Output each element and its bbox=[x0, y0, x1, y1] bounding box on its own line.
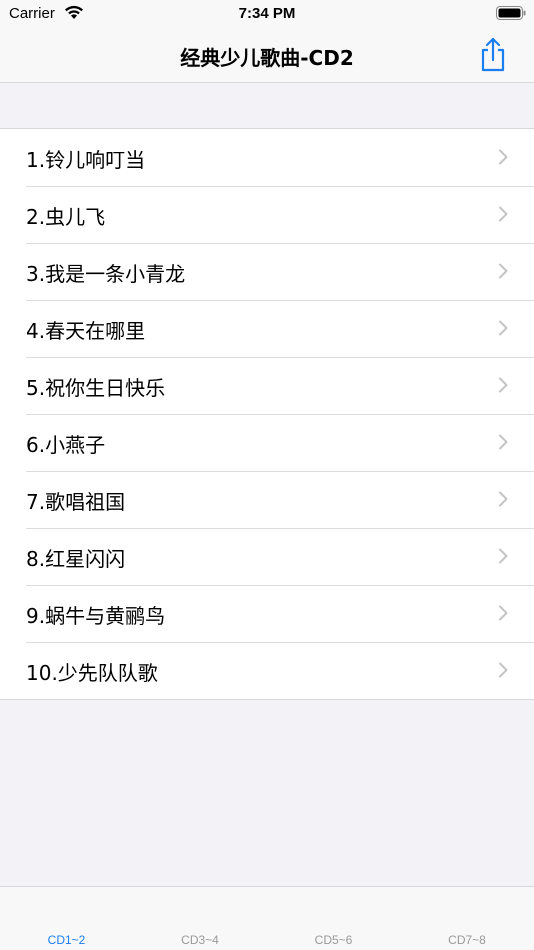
song-row[interactable]: 9.蜗牛与黄鹂鸟 bbox=[0, 585, 534, 642]
song-row[interactable]: 4.春天在哪里 bbox=[0, 300, 534, 357]
tab-bar: CD1~2 CD3~4 CD5~6 CD7~8 bbox=[0, 886, 534, 950]
song-title: 4.春天在哪里 bbox=[26, 319, 146, 343]
song-row[interactable]: 1.铃儿响叮当 bbox=[0, 129, 534, 186]
song-row[interactable]: 10.少先队队歌 bbox=[0, 642, 534, 699]
song-title: 9.蜗牛与黄鹂鸟 bbox=[26, 604, 166, 628]
share-icon[interactable] bbox=[478, 36, 508, 72]
song-row[interactable]: 7.歌唱祖国 bbox=[0, 471, 534, 528]
tab-cd3-4[interactable]: CD3~4 bbox=[134, 933, 267, 947]
song-row[interactable]: 6.小燕子 bbox=[0, 414, 534, 471]
song-title: 7.歌唱祖国 bbox=[26, 490, 126, 514]
song-title: 6.小燕子 bbox=[26, 433, 106, 457]
song-title: 1.铃儿响叮当 bbox=[26, 148, 146, 172]
tab-cd1-2[interactable]: CD1~2 bbox=[0, 933, 133, 947]
chevron-right-icon bbox=[499, 662, 508, 678]
chevron-right-icon bbox=[499, 263, 508, 279]
tab-cd5-6[interactable]: CD5~6 bbox=[267, 933, 400, 947]
song-title: 5.祝你生日快乐 bbox=[26, 376, 166, 400]
song-list: 1.铃儿响叮当 2.虫儿飞 3.我是一条小青龙 4.春天在哪里 5.祝你生日快乐 6.小燕… bbox=[0, 128, 534, 700]
song-title: 3.我是一条小青龙 bbox=[26, 262, 186, 286]
chevron-right-icon bbox=[499, 149, 508, 165]
song-title: 2.虫儿飞 bbox=[26, 205, 106, 229]
song-row[interactable]: 5.祝你生日快乐 bbox=[0, 357, 534, 414]
chevron-right-icon bbox=[499, 548, 508, 564]
song-title: 10.少先队队歌 bbox=[26, 661, 158, 685]
chevron-right-icon bbox=[499, 434, 508, 450]
song-row[interactable]: 3.我是一条小青龙 bbox=[0, 243, 534, 300]
status-time: 7:34 PM bbox=[238, 5, 296, 22]
chevron-right-icon bbox=[499, 605, 508, 621]
status-bar: Carrier 7:34 PM bbox=[0, 0, 534, 28]
song-row[interactable]: 8.红星闪闪 bbox=[0, 528, 534, 585]
chevron-right-icon bbox=[499, 377, 508, 393]
song-title: 8.红星闪闪 bbox=[26, 547, 126, 571]
page-title: 经典少儿歌曲-CD2 bbox=[180, 46, 354, 70]
navigation-bar: 经典少儿歌曲-CD2 bbox=[0, 28, 534, 83]
song-row[interactable]: 2.虫儿飞 bbox=[0, 186, 534, 243]
battery-icon bbox=[496, 6, 526, 20]
chevron-right-icon bbox=[499, 320, 508, 336]
tab-cd7-8[interactable]: CD7~8 bbox=[401, 933, 534, 947]
chevron-right-icon bbox=[499, 206, 508, 222]
chevron-right-icon bbox=[499, 491, 508, 507]
